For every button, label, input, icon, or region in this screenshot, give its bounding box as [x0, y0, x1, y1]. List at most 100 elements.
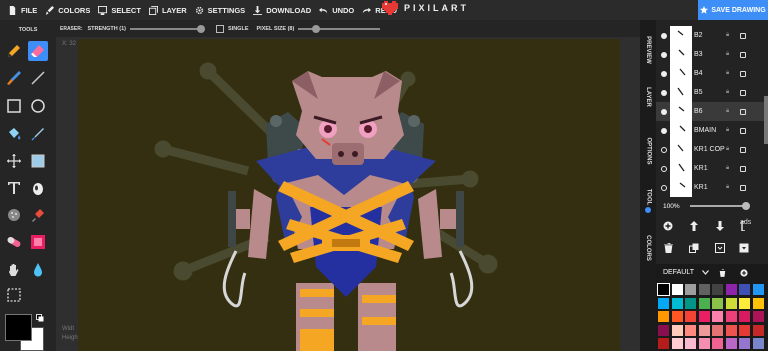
- lock-icon[interactable]: 🔒︎: [726, 127, 729, 134]
- layer-row[interactable]: B4 🔒︎: [656, 64, 768, 83]
- palette-color-swatch[interactable]: [657, 283, 670, 296]
- palette-color-swatch[interactable]: [685, 311, 696, 322]
- circle-tool[interactable]: [28, 96, 48, 116]
- layer-row[interactable]: KR1 🔒︎: [656, 159, 768, 178]
- layer-visibility-dot[interactable]: [661, 108, 667, 115]
- stamp-tool[interactable]: [28, 205, 48, 225]
- layer-visibility-dot[interactable]: [661, 146, 667, 153]
- palette-color-swatch[interactable]: [739, 338, 750, 349]
- palette-color-swatch[interactable]: [658, 324, 669, 336]
- palette-color-swatch[interactable]: [685, 284, 696, 295]
- trash-icon[interactable]: [719, 268, 726, 277]
- water-tool[interactable]: [28, 260, 48, 280]
- lock-icon[interactable]: 🔒︎: [726, 89, 729, 96]
- layer-select-checkbox[interactable]: [740, 32, 746, 39]
- palette-color-swatch[interactable]: [698, 284, 710, 295]
- palette-color-swatch[interactable]: [685, 297, 696, 309]
- tab-colors[interactable]: COLORS: [640, 228, 656, 268]
- menu-select[interactable]: SELECT: [98, 5, 141, 15]
- layer-row[interactable]: B6 🔒︎: [656, 102, 768, 121]
- palette-color-swatch[interactable]: [739, 324, 750, 336]
- layer-row[interactable]: B2 🔒︎: [656, 26, 768, 45]
- palette-color-swatch[interactable]: [752, 311, 764, 322]
- palette-color-swatch[interactable]: [752, 338, 764, 349]
- lock-icon[interactable]: 🔒︎: [726, 146, 729, 153]
- menu-download[interactable]: DOWNLOAD: [253, 5, 311, 15]
- layer-visibility-dot[interactable]: [661, 184, 667, 191]
- layer-row[interactable]: B3 🔒︎: [656, 45, 768, 64]
- pill-tool[interactable]: [4, 232, 24, 252]
- palette-color-swatch[interactable]: [725, 324, 737, 336]
- duplicate-layer-button[interactable]: [686, 240, 702, 256]
- palette-color-swatch[interactable]: [671, 311, 683, 322]
- palette-color-swatch[interactable]: [712, 311, 723, 322]
- layer-select-checkbox[interactable]: [740, 184, 746, 191]
- layer-visibility-dot[interactable]: [661, 165, 667, 172]
- chevron-down-icon[interactable]: [702, 270, 709, 275]
- palette-color-swatch[interactable]: [752, 324, 764, 336]
- opacity-slider-knob[interactable]: [741, 202, 750, 210]
- lock-icon[interactable]: 🔒︎: [726, 70, 729, 77]
- layer-row[interactable]: B5 🔒︎: [656, 83, 768, 102]
- single-checkbox[interactable]: [216, 24, 225, 33]
- strength-slider[interactable]: [130, 24, 206, 33]
- layer-row[interactable]: KR1 COP 🔒︎: [656, 140, 768, 159]
- pixel-size-slider-knob[interactable]: [312, 24, 321, 33]
- fill-tool[interactable]: [4, 124, 24, 144]
- palette-color-swatch[interactable]: [671, 324, 683, 336]
- palette-color-swatch[interactable]: [658, 297, 669, 309]
- color-swap-tool[interactable]: [28, 232, 48, 252]
- shade-tool[interactable]: [28, 178, 48, 198]
- layer-select-checkbox[interactable]: [740, 108, 746, 115]
- app-logo[interactable]: PIXILART: [382, 1, 469, 15]
- palette-color-swatch[interactable]: [725, 284, 737, 295]
- lock-icon[interactable]: 🔒︎: [726, 165, 729, 172]
- layer-select-checkbox[interactable]: [740, 70, 746, 77]
- layer-row[interactable]: KR1 🔒︎: [656, 178, 768, 197]
- lock-icon[interactable]: 🔒︎: [726, 51, 729, 58]
- palette-name[interactable]: DEFAULT: [663, 269, 694, 276]
- lock-icon[interactable]: 🔒︎: [726, 32, 729, 39]
- palette-color-swatch[interactable]: [739, 297, 750, 309]
- palette-color-swatch[interactable]: [712, 284, 723, 295]
- lock-icon[interactable]: 🔒︎: [726, 108, 729, 115]
- palette-color-swatch[interactable]: [712, 297, 723, 309]
- resize-tool[interactable]: [28, 151, 48, 171]
- move-layer-up-button[interactable]: [686, 218, 702, 234]
- layer-select-checkbox[interactable]: [740, 127, 746, 134]
- layer-visibility-dot[interactable]: [661, 127, 667, 134]
- line-tool[interactable]: [28, 68, 48, 88]
- palette-color-swatch[interactable]: [712, 324, 723, 336]
- palette-color-swatch[interactable]: [658, 338, 669, 349]
- palette-color-swatch[interactable]: [671, 284, 683, 295]
- text-tool[interactable]: [4, 178, 24, 198]
- delete-layer-button[interactable]: [660, 240, 676, 256]
- menu-colors[interactable]: COLORS: [45, 5, 90, 15]
- eraser-tool[interactable]: [28, 41, 48, 61]
- move-tool[interactable]: [4, 151, 24, 171]
- palette-color-swatch[interactable]: [739, 284, 750, 295]
- palette-color-swatch[interactable]: [698, 311, 710, 322]
- add-layer-button[interactable]: [660, 218, 676, 234]
- tab-options[interactable]: OPTIONS: [640, 130, 656, 172]
- opacity-slider[interactable]: [689, 202, 750, 210]
- dither-tool[interactable]: [4, 205, 24, 225]
- palette-color-swatch[interactable]: [725, 297, 737, 309]
- palette-color-swatch[interactable]: [725, 311, 737, 322]
- pencil-tool[interactable]: [4, 41, 24, 61]
- tab-preview[interactable]: PREVIEW: [640, 30, 656, 70]
- palette-color-swatch[interactable]: [739, 311, 750, 322]
- menu-file[interactable]: FILE: [8, 5, 37, 15]
- dropper-tool[interactable]: [28, 124, 48, 144]
- layers-scrollbar[interactable]: [764, 96, 768, 144]
- palette-color-swatch[interactable]: [712, 338, 723, 349]
- palette-color-swatch[interactable]: [752, 297, 764, 309]
- layer-visibility-dot[interactable]: [661, 32, 667, 39]
- lock-icon[interactable]: 🔒︎: [726, 184, 729, 191]
- pixel-size-slider[interactable]: [298, 24, 381, 33]
- palette-color-swatch[interactable]: [698, 338, 710, 349]
- plus-circle-icon[interactable]: [740, 268, 748, 277]
- strength-slider-knob[interactable]: [197, 24, 206, 33]
- palette-color-swatch[interactable]: [671, 297, 683, 309]
- palette-color-swatch[interactable]: [685, 324, 696, 336]
